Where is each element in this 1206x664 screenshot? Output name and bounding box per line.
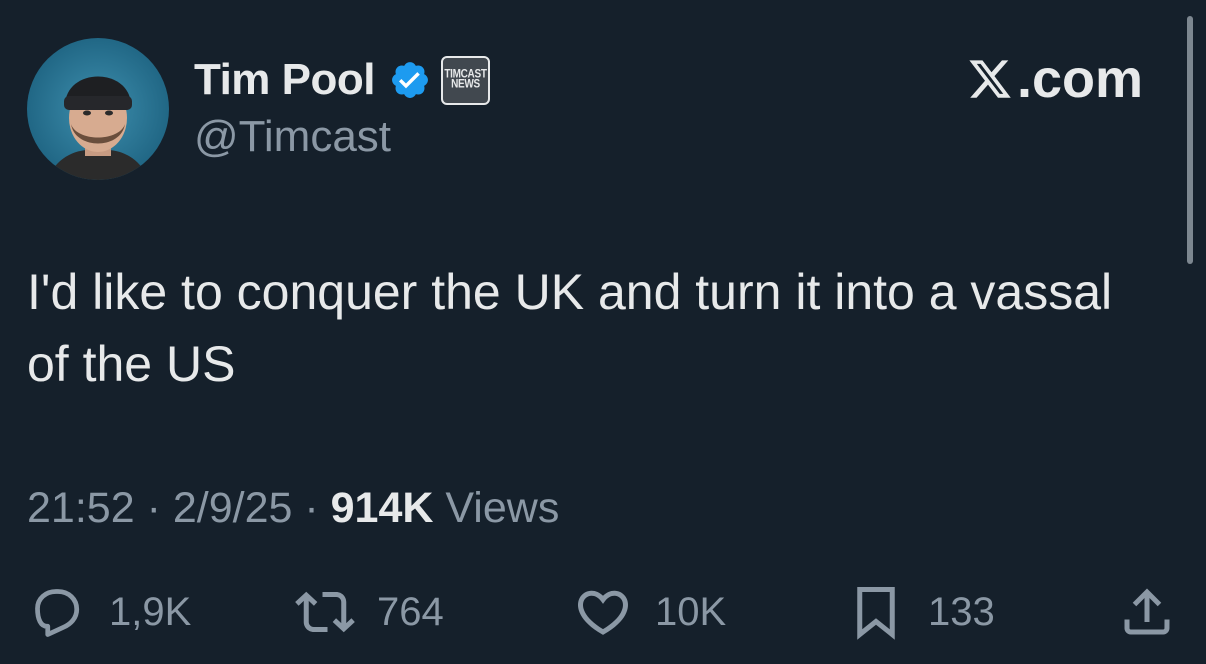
repost-count: 764 <box>377 589 444 634</box>
bookmark-count: 133 <box>928 589 995 634</box>
author-display-name[interactable]: Tim Pool <box>194 55 375 105</box>
bookmark-button[interactable]: 133 <box>846 580 995 644</box>
meta-separator: · <box>146 484 161 532</box>
action-bar: 1,9K 764 10K 133 <box>0 580 1206 644</box>
like-button[interactable]: 10K <box>573 580 726 644</box>
repost-button[interactable]: 764 <box>295 580 444 644</box>
verified-badge-icon <box>392 62 428 98</box>
share-icon <box>1124 588 1170 635</box>
x-logo-icon <box>969 60 1011 98</box>
share-button[interactable] <box>1117 580 1177 644</box>
reply-icon <box>35 589 80 637</box>
reply-count: 1,9K <box>109 589 192 634</box>
site-domain-suffix: .com <box>1017 49 1144 109</box>
site-watermark: .com <box>965 48 1143 110</box>
repost-icon <box>295 591 355 633</box>
views-label: Views <box>445 484 560 532</box>
views-count[interactable]: 914K <box>331 484 434 532</box>
scrollbar[interactable] <box>1187 16 1193 264</box>
like-count: 10K <box>655 589 727 634</box>
author-handle[interactable]: @Timcast <box>194 112 391 162</box>
tweet-text: I'd like to conquer the UK and turn it i… <box>27 264 1113 392</box>
tweet-date[interactable]: 2/9/25 <box>173 484 293 532</box>
bookmark-icon <box>857 587 895 640</box>
reply-button[interactable]: 1,9K <box>27 580 191 644</box>
tweet-meta: 21:52 · 2/9/25 · 914K Views <box>27 484 559 533</box>
affiliate-badge[interactable]: TIMCAST NEWS <box>440 55 490 105</box>
heart-icon <box>577 590 629 635</box>
author-name-row: Tim Pool TIMCAST NEWS <box>194 52 490 108</box>
meta-separator: · <box>304 484 319 532</box>
tweet-time[interactable]: 21:52 <box>27 484 135 532</box>
affiliate-badge-line2: NEWS <box>451 77 480 91</box>
avatar[interactable] <box>27 38 169 180</box>
